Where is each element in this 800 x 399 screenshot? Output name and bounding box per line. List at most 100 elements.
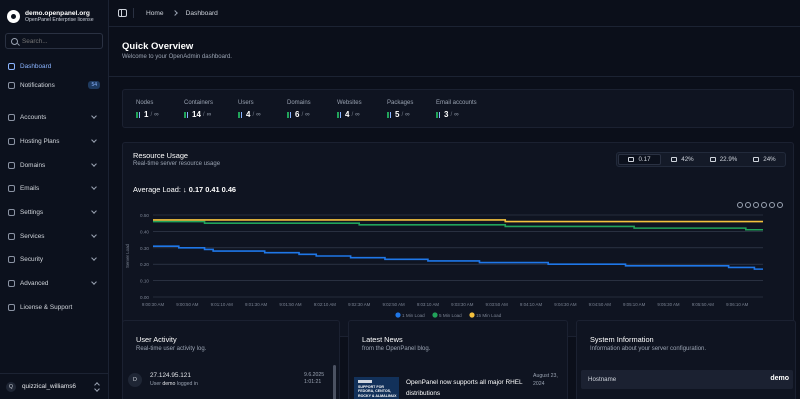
brand-title: demo.openpanel.org — [25, 9, 90, 17]
x-tick-label: 9:01:10 AM — [211, 302, 234, 307]
sidebar-item-label: Services — [20, 232, 45, 240]
tab-memory[interactable]: 22.9% — [703, 153, 744, 166]
chevron-down-icon — [91, 279, 97, 285]
usage-bars-icon — [136, 111, 141, 118]
stat-value: 4 — [246, 110, 251, 119]
average-load: Average Load: ↓ 0.17 0.41 0.46 — [133, 185, 236, 194]
y-tick-label: 0.20 — [140, 262, 149, 267]
resource-title: Resource Usage — [133, 151, 189, 160]
tab-load[interactable]: 0.17 — [618, 154, 661, 165]
chevron-down-icon — [91, 208, 97, 214]
y-tick-label: 0.50 — [140, 213, 149, 218]
breadcrumb-current: Dashboard — [185, 9, 218, 17]
x-tick-label: 9:06:10 AM — [726, 302, 749, 307]
search-input[interactable] — [22, 37, 102, 45]
sidebar-item-dashboard[interactable]: Dashboard — [0, 58, 108, 74]
legend-marker — [432, 312, 438, 318]
chevron-down-icon — [91, 232, 97, 238]
stat-websites[interactable]: Websites 4/∞ — [337, 100, 362, 119]
stat-label: Email accounts — [436, 100, 477, 106]
breadcrumb-home[interactable]: Home — [146, 10, 164, 17]
list-item[interactable]: D 27.124.95.121 User demo logged in 9.6.… — [128, 372, 328, 394]
tab-cpu[interactable]: 42% — [662, 153, 703, 166]
globe-icon — [8, 161, 15, 169]
usage-bars-icon — [436, 111, 441, 118]
stat-packages[interactable]: Packages 5/∞ — [387, 100, 413, 119]
card-subtitle: Information about your server configurat… — [590, 346, 707, 352]
openpanel-logo-icon — [7, 10, 20, 23]
stat-label: Users — [238, 100, 254, 106]
stat-limit: ∞ — [154, 111, 159, 118]
stat-value: 4 — [345, 110, 350, 119]
sidebar-item-security[interactable]: Security — [0, 251, 108, 267]
stat-containers[interactable]: Containers 14/∞ — [184, 100, 213, 119]
sidebar-item-label: Hosting Plans — [20, 137, 60, 145]
topbar: Home Dashboard — [109, 0, 800, 27]
avatar: D — [128, 373, 142, 387]
sidebar-item-notifications[interactable]: Notifications 54 — [0, 77, 108, 93]
stat-value: 1 — [144, 110, 149, 119]
stat-value: 3 — [444, 110, 449, 119]
legend-label: 15 Min Load — [476, 313, 502, 318]
notification-count-badge: 54 — [88, 81, 100, 89]
search-icon — [11, 37, 18, 45]
legend-label: 1 Min Load — [402, 313, 425, 318]
x-tick-label: 9:05:10 AM — [623, 302, 646, 307]
x-tick-label: 9:02:30 AM — [348, 302, 371, 307]
stat-value: 6 — [295, 110, 300, 119]
sidebar-item-hosting-plans[interactable]: Hosting Plans — [0, 133, 108, 149]
tab-disk[interactable]: 24% — [744, 153, 785, 166]
main-content: Quick Overview Welcome to your OpenAdmin… — [109, 28, 800, 399]
average-load-label: Average Load: — [133, 185, 181, 194]
stat-value: 5 — [395, 110, 400, 119]
sidebar-item-settings[interactable]: Settings — [0, 204, 108, 220]
sidebar-item-domains[interactable]: Domains — [0, 157, 108, 173]
sidebar-item-services[interactable]: Services — [0, 228, 108, 244]
user-menu[interactable]: Q quizzical_williams6 — [0, 373, 108, 399]
stat-limit: ∞ — [355, 111, 360, 118]
brand[interactable]: demo.openpanel.org OpenPanel Enterprise … — [0, 0, 108, 26]
mail-icon — [8, 184, 15, 192]
services-icon — [8, 232, 15, 240]
card-title: User Activity — [136, 335, 177, 344]
x-tick-label: 9:01:30 AM — [245, 302, 268, 307]
search-box[interactable] — [5, 33, 103, 49]
disk-icon — [753, 157, 760, 162]
card-subtitle: from the OpenPanel blog. — [362, 346, 431, 352]
sysinfo-value: demo — [770, 375, 789, 382]
sidebar-item-label: Dashboard — [20, 62, 52, 70]
stat-email-accounts[interactable]: Email accounts 3/∞ — [436, 100, 477, 119]
sidebar-item-label: Settings — [20, 208, 44, 216]
sidebar-toggle-icon[interactable] — [118, 9, 127, 17]
news-headline[interactable]: OpenPanel now supports all major RHEL di… — [406, 377, 524, 399]
sidebar-item-label: Emails — [20, 184, 40, 192]
x-tick-label: 9:04:30 AM — [554, 302, 577, 307]
chevron-down-icon — [91, 137, 97, 143]
sidebar-item-label: Security — [20, 255, 44, 263]
x-tick-label: 9:00:50 AM — [176, 302, 199, 307]
gear-icon — [8, 208, 15, 216]
user-activity-card: User Activity Real-time user activity lo… — [122, 320, 340, 399]
sidebar-item-label: Advanced — [20, 279, 49, 287]
average-load-values: 0.17 0.41 0.46 — [188, 185, 237, 194]
stat-users[interactable]: Users 4/∞ — [238, 100, 261, 119]
users-icon — [8, 113, 15, 121]
legend-marker — [469, 312, 475, 318]
series-line-5-min-load — [153, 220, 763, 231]
news-thumbnail[interactable]: SUPPORT FOR FEDORA, CENTOS, ROCKY & ALMA… — [354, 377, 399, 399]
chevron-down-icon — [91, 161, 97, 167]
chevrons-up-down-icon — [95, 383, 100, 391]
thumbnail-text: SUPPORT FOR FEDORA, CENTOS, ROCKY & ALMA… — [358, 385, 397, 398]
x-tick-label: 9:02:50 AM — [382, 302, 405, 307]
sidebar-item-accounts[interactable]: Accounts — [0, 109, 108, 125]
sidebar-item-emails[interactable]: Emails — [0, 180, 108, 196]
card-subtitle: Real-time user activity log. — [136, 346, 207, 352]
activity-ip: 27.124.95.121 — [150, 372, 191, 379]
x-tick-label: 9:03:50 AM — [486, 302, 509, 307]
scrollbar[interactable] — [333, 365, 336, 399]
stat-nodes[interactable]: Nodes 1/∞ — [136, 100, 159, 119]
sidebar-item-advanced[interactable]: Advanced — [0, 275, 108, 291]
stat-domains[interactable]: Domains 6/∞ — [287, 100, 311, 119]
sidebar-item-license-support[interactable]: License & Support — [0, 299, 108, 315]
logo-icon — [358, 380, 372, 383]
